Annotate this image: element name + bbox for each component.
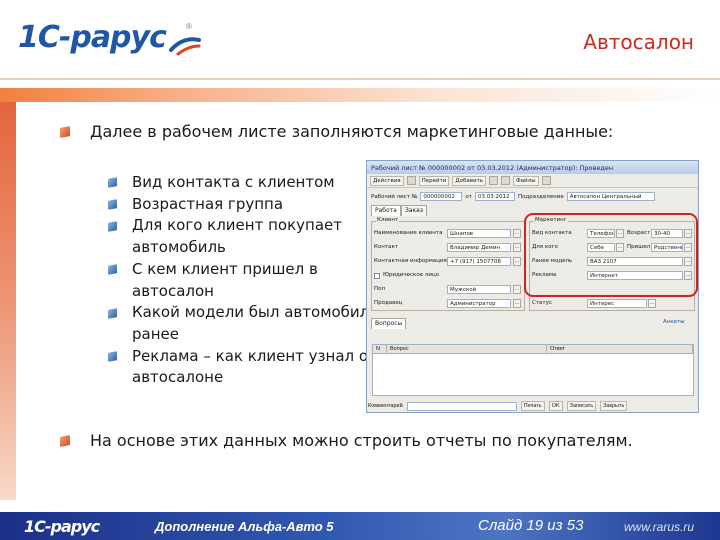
contact-field[interactable]: Владимир Демин [447,243,511,252]
bullet-icon [60,126,70,138]
column-header[interactable]: N [373,345,387,353]
legal-entity-checkbox[interactable] [374,273,380,279]
gender-field[interactable]: Мужской [447,285,511,294]
tab-questions[interactable]: Вопросы [371,318,407,329]
save-icon[interactable] [406,176,416,185]
footer-bar: 1С-рарус Дополнение Альфа-Авто 5 Слайд 1… [0,512,720,540]
doc-date-label: от [465,193,472,200]
logo-swoosh-icon [169,37,201,56]
toolbar-files-button[interactable]: Файлы [513,175,539,186]
comment-label: Комментарий [368,403,403,409]
window-title: Рабочий лист № 000000002 от 03.03.2012 (… [367,161,698,174]
field-label: Наименование клиента [374,230,443,236]
bullet-icon [108,308,117,319]
questions-table-header: N Вопрос Ответ [373,345,693,354]
field-label: Контакт [374,244,398,250]
list-item: Какой модели был автомобиль [132,303,379,322]
summary-text: На основе этих данных можно строить отче… [90,431,633,450]
print-icon[interactable] [501,176,511,185]
toolbar-add-button[interactable]: Добавить [452,175,487,186]
logo-text: 1С-рарус [18,20,167,55]
toolbar-goto-button[interactable]: Перейти [418,175,450,186]
client-group-label: Клиент [376,217,400,223]
bullet-icon [60,435,70,447]
header-band [0,88,720,102]
print-button[interactable]: Печать [520,401,545,411]
status-field[interactable]: Интерес [587,299,647,308]
list-item: Возрастная группа [132,194,284,213]
list-item: Реклама – как клиент узнал об [132,346,378,365]
field-label: Продавец [374,300,403,306]
list-item: Для кого клиент покупает [132,216,342,235]
company-logo: 1С-рарус ® [18,20,201,66]
close-button[interactable]: Закрыть [600,401,628,411]
select-button[interactable]: ... [513,257,521,266]
select-button[interactable]: ... [513,299,521,308]
ok-button[interactable]: OK [548,401,563,411]
field-label: Юридическое лицо [383,272,440,278]
list-item: автосалон [132,281,214,300]
bullet-icon [108,351,117,362]
slide-counter: Слайд 19 из 53 [478,517,584,534]
write-button[interactable]: Записать [566,401,597,411]
help-icon[interactable] [541,176,551,185]
doc-number-field[interactable]: 000000002 [420,192,463,201]
doc-date-field[interactable]: 03.03.2012 [474,192,515,201]
select-button[interactable]: ... [513,229,521,238]
list-item: автомобиль [132,238,226,257]
slide-title: Автосалон [583,30,694,54]
list-item: автосалоне [132,368,224,387]
comment-field[interactable] [406,401,517,411]
field-label: Статус [532,300,552,306]
questionnaires-link[interactable]: Анкеты [663,319,685,325]
select-button[interactable]: ... [513,285,521,294]
questions-table: N Вопрос Ответ [372,344,694,396]
list-item: Вид контакта с клиентом [132,173,335,191]
footer-url[interactable]: www.rarus.ru [624,520,694,534]
intro-text: Далее в рабочем листе заполняются маркет… [90,122,614,141]
department-field[interactable]: Автосалон Центральный [566,192,655,201]
marketing-highlight-frame [524,213,698,297]
bullet-icon [108,221,117,232]
column-header[interactable]: Вопрос [387,345,547,353]
marketing-data-list: Вид контакта с клиентом Возрастная групп… [132,172,379,389]
toolbar-actions-button[interactable]: Действия [370,175,404,186]
list-item: ранее [132,324,179,343]
column-header[interactable]: Ответ [547,345,693,353]
list-item: С кем клиент пришел в [132,259,318,278]
registered-mark-icon: ® [186,22,192,31]
document-header-row: Рабочий лист № 000000002 от 03.03.2012 П… [371,192,655,201]
bullet-icon [108,177,117,188]
footer-logo: 1С-рарус [24,517,100,536]
tab-work[interactable]: Работа [371,205,401,216]
field-label: Пол [374,286,386,292]
bullet-icon [108,199,117,210]
left-accent-bar [0,102,16,500]
footer-title: Дополнение Альфа-Авто 5 [155,519,334,534]
contact-info-field[interactable]: +7 (917) 1507708 [447,257,511,266]
window-toolbar: Действия Перейти Добавить Файлы [367,174,698,188]
tab-order[interactable]: Заказ [401,205,428,216]
bullet-icon [108,264,117,275]
field-label: Контактная информация [374,258,447,264]
select-button[interactable]: ... [513,243,521,252]
window-bottom-bar: Комментарий Печать OK Записать Закрыть [368,400,696,412]
select-button[interactable]: ... [648,299,656,308]
seller-field[interactable]: Администратор [447,299,511,308]
doc-number-label: Рабочий лист № [371,193,418,200]
department-label: Подразделение [517,193,564,200]
client-name-field[interactable]: Шнапов [447,229,511,238]
refresh-icon[interactable] [489,176,499,185]
header-divider [0,78,720,80]
